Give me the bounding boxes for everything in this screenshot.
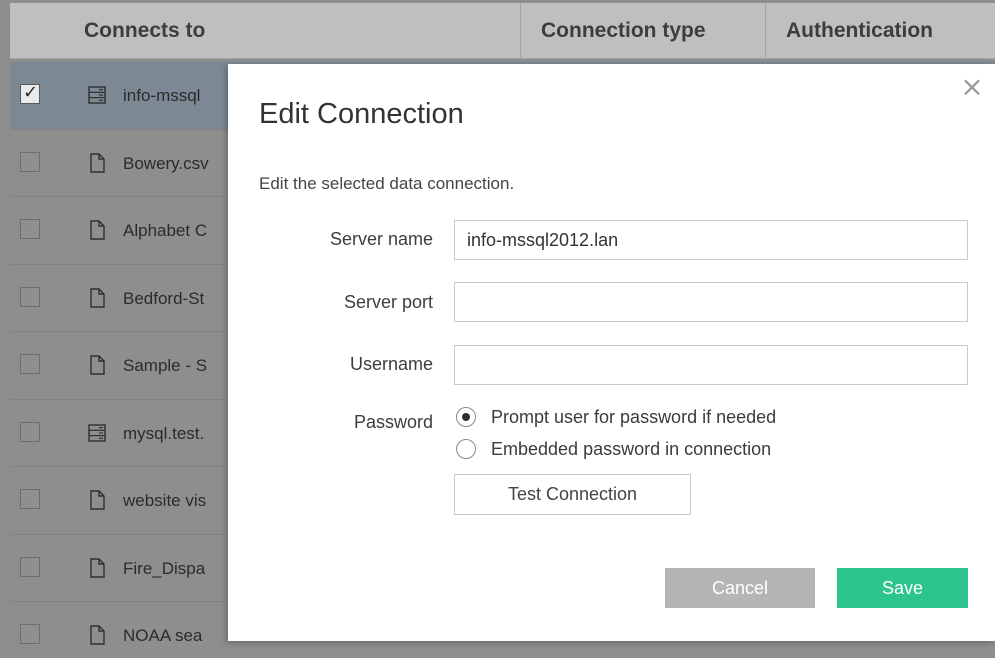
row-label: NOAA sea bbox=[123, 626, 203, 645]
username-label: Username bbox=[349, 354, 433, 374]
server-name-label: Server name bbox=[329, 229, 433, 249]
row-label: Alphabet C bbox=[123, 221, 208, 240]
row-checkbox[interactable] bbox=[20, 219, 40, 239]
file-icon bbox=[86, 624, 108, 646]
column-header-authentication[interactable]: Authentication bbox=[765, 3, 995, 59]
radio-button-unselected[interactable] bbox=[456, 439, 476, 459]
row-label: info-mssql bbox=[123, 86, 201, 105]
server-port-label: Server port bbox=[343, 292, 433, 312]
row-checkbox[interactable] bbox=[20, 624, 40, 644]
column-header-connection-type[interactable]: Connection type bbox=[520, 3, 765, 59]
checkmark-icon: ✓ bbox=[23, 82, 39, 103]
radio-button-selected[interactable] bbox=[456, 407, 476, 427]
cancel-button[interactable]: Cancel bbox=[665, 568, 815, 608]
dialog-description: Edit the selected data connection. bbox=[259, 174, 515, 193]
row-checkbox[interactable] bbox=[20, 354, 40, 374]
edit-connection-dialog: × Edit Connection Edit the selected data… bbox=[228, 64, 995, 641]
test-connection-button[interactable]: Test Connection bbox=[454, 474, 691, 515]
file-icon bbox=[86, 287, 108, 309]
row-checkbox[interactable] bbox=[20, 489, 40, 509]
file-icon bbox=[86, 152, 108, 174]
password-embedded-label: Embedded password in connection bbox=[491, 439, 772, 459]
username-input[interactable] bbox=[454, 345, 968, 385]
radio-dot bbox=[462, 413, 470, 421]
save-button[interactable]: Save bbox=[837, 568, 968, 608]
file-icon bbox=[86, 219, 108, 241]
row-label: Sample - S bbox=[123, 356, 208, 375]
password-prompt-label: Prompt user for password if needed bbox=[491, 407, 777, 427]
column-header-connects-to[interactable]: Connects to bbox=[64, 3, 528, 59]
database-icon bbox=[86, 422, 108, 444]
row-label: mysql.test. bbox=[123, 423, 205, 443]
page-overlay: Connects to Connection type Authenticati… bbox=[0, 0, 995, 658]
file-icon bbox=[86, 557, 108, 579]
row-label: Bedford-St bbox=[123, 288, 205, 308]
file-icon bbox=[86, 354, 108, 376]
row-label: Bowery.csv bbox=[123, 153, 209, 173]
password-label: Password bbox=[353, 412, 433, 432]
row-label: website vis bbox=[123, 491, 207, 510]
row-checkbox[interactable] bbox=[20, 151, 40, 172]
row-label: Fire_Dispa bbox=[123, 558, 206, 578]
close-icon[interactable]: × bbox=[959, 73, 985, 101]
row-checkbox[interactable] bbox=[20, 286, 40, 307]
row-checkbox-checked[interactable]: ✓ bbox=[20, 82, 40, 104]
file-icon bbox=[86, 489, 108, 511]
server-name-input[interactable] bbox=[454, 220, 968, 260]
row-checkbox[interactable] bbox=[20, 421, 40, 442]
row-checkbox[interactable] bbox=[20, 556, 40, 577]
dialog-title: Edit Connection bbox=[259, 98, 464, 130]
table-header: Connects to Connection type Authenticati… bbox=[10, 3, 995, 59]
server-port-input[interactable] bbox=[454, 282, 968, 322]
database-icon bbox=[86, 84, 108, 106]
